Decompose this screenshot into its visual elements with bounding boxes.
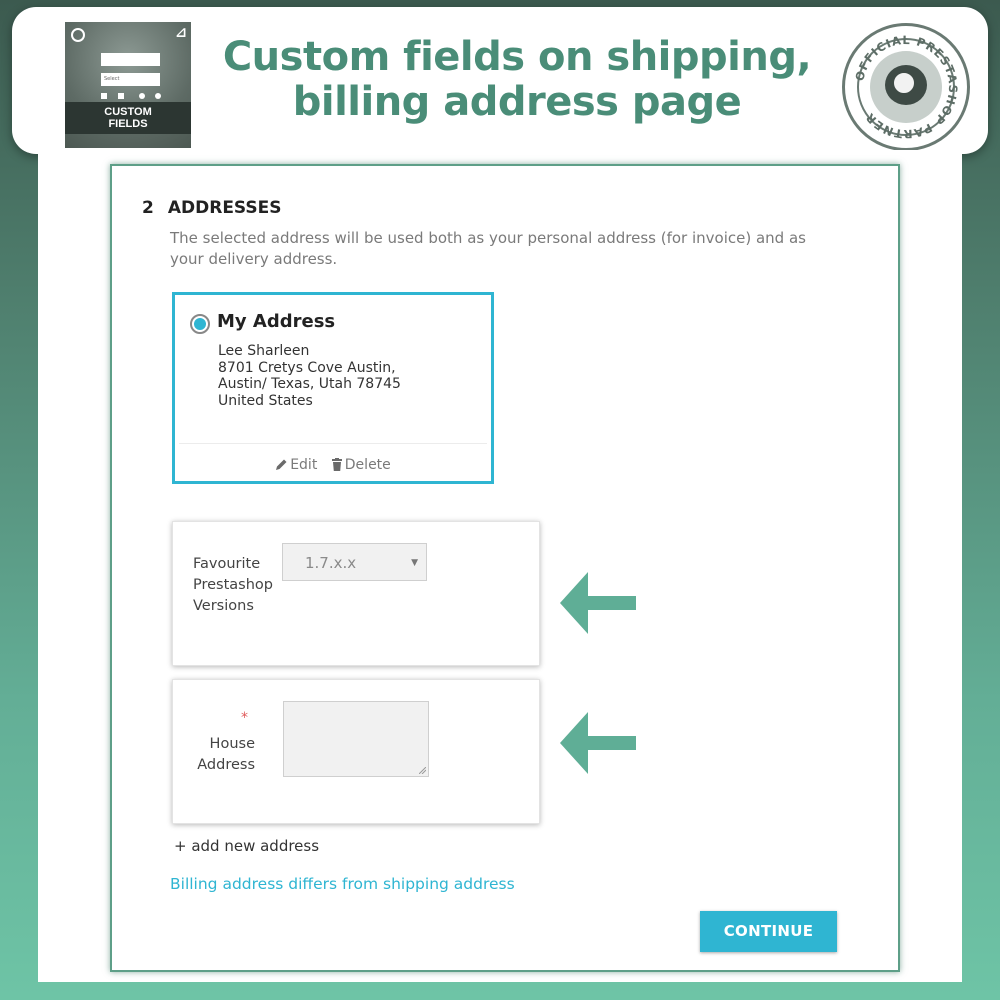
thumbnail-input bbox=[101, 53, 160, 66]
address-line: Austin/ Texas, Utah 78745 bbox=[218, 376, 401, 392]
billing-address-differs-link[interactable]: Billing address differs from shipping ad… bbox=[170, 875, 515, 893]
thumbnail-label-line1: CUSTOM bbox=[104, 106, 152, 118]
edit-address-link[interactable]: Edit bbox=[275, 457, 317, 473]
brand-icon: ⊿ bbox=[175, 25, 187, 41]
house-address-label: House Address bbox=[173, 734, 255, 776]
address-actions: Edit Delete bbox=[175, 457, 491, 473]
pencil-icon bbox=[276, 459, 287, 470]
house-label-line: House bbox=[209, 736, 255, 752]
address-alias: My Address bbox=[217, 311, 336, 332]
versions-label-line: Prestashop bbox=[193, 577, 273, 593]
step-heading: 2 ADDRESSES bbox=[142, 198, 282, 218]
versions-select[interactable]: 1.7.x.x ▼ bbox=[282, 543, 427, 581]
partner-badge: OFFICIAL PRESTASHOP PARTNER bbox=[842, 23, 970, 151]
resize-handle-icon[interactable] bbox=[419, 767, 426, 774]
chevron-down-icon: ▼ bbox=[411, 558, 418, 568]
custom-field-house-address: * House Address bbox=[172, 679, 540, 824]
title-line1: Custom fields on shipping, bbox=[222, 34, 812, 80]
address-lines: Lee Sharleen 8701 Cretys Cove Austin, Au… bbox=[218, 343, 401, 409]
address-line: 8701 Cretys Cove Austin, bbox=[218, 359, 396, 376]
step-title: ADDRESSES bbox=[167, 198, 282, 218]
header-banner: ⊿ Select CUSTOM FIELDS Custom fields on … bbox=[12, 7, 988, 154]
thumbnail-label: CUSTOM FIELDS bbox=[65, 102, 191, 134]
module-thumbnail: ⊿ Select CUSTOM FIELDS bbox=[65, 22, 191, 148]
address-line: United States bbox=[218, 392, 313, 409]
versions-select-value: 1.7.x.x bbox=[305, 554, 357, 572]
edit-label: Edit bbox=[290, 457, 318, 473]
radio-selected-dot bbox=[194, 318, 206, 330]
address-card[interactable]: My Address Lee Sharleen 8701 Cretys Cove… bbox=[172, 292, 494, 484]
continue-button[interactable]: CONTINUE bbox=[700, 911, 837, 952]
arrow-left-icon bbox=[560, 712, 636, 774]
versions-label-line: Versions bbox=[193, 598, 254, 614]
versions-label: Favourite Prestashop Versions bbox=[193, 554, 273, 617]
divider bbox=[179, 443, 487, 444]
address-radio[interactable] bbox=[190, 314, 210, 334]
puffin-logo-icon bbox=[870, 51, 942, 123]
custom-field-versions: Favourite Prestashop Versions 1.7.x.x ▼ bbox=[172, 521, 540, 666]
step-number: 2 bbox=[142, 198, 154, 218]
trash-icon bbox=[331, 458, 342, 471]
thumbnail-select: Select bbox=[101, 73, 160, 86]
thumbnail-label-line2: FIELDS bbox=[108, 118, 148, 130]
checkout-addresses-section: 2 ADDRESSES The selected address will be … bbox=[110, 164, 900, 972]
delete-address-link[interactable]: Delete bbox=[331, 457, 391, 473]
page-title: Custom fields on shipping, billing addre… bbox=[202, 35, 832, 125]
logo-icon bbox=[71, 28, 85, 42]
step-description: The selected address will be used both a… bbox=[170, 229, 806, 268]
delete-label: Delete bbox=[344, 457, 391, 473]
address-line: Lee Sharleen bbox=[218, 343, 310, 359]
house-label-line: Address bbox=[197, 757, 255, 773]
required-marker: * bbox=[241, 710, 248, 726]
thumbnail-options bbox=[101, 93, 163, 101]
house-address-textarea[interactable] bbox=[283, 701, 429, 777]
title-line2: billing address page bbox=[292, 79, 742, 125]
versions-label-line: Favourite bbox=[193, 556, 261, 572]
arrow-left-icon bbox=[560, 572, 636, 634]
add-new-address-link[interactable]: + add new address bbox=[174, 837, 319, 855]
